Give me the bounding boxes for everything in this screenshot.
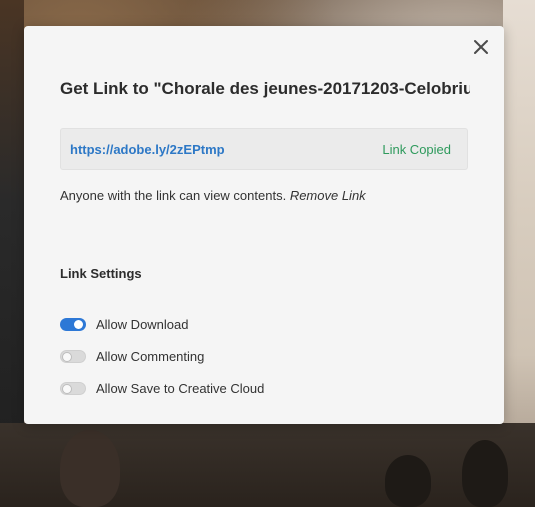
background-person [385, 455, 431, 507]
background-person [462, 440, 508, 507]
dialog-title: Get Link to "Chorale des jeunes-20171203… [60, 79, 470, 98]
share-link-box: https://adobe.ly/2zEPtmp Link Copied [60, 128, 468, 170]
get-link-dialog: Get Link to "Chorale des jeunes-20171203… [24, 26, 504, 424]
toggle-knob [74, 319, 83, 329]
allow-save-cc-toggle[interactable] [60, 381, 86, 395]
link-info-text: Anyone with the link can view contents. [60, 188, 287, 203]
setting-allow-save-cc: Allow Save to Creative Cloud [60, 380, 264, 396]
setting-allow-download: Allow Download [60, 316, 189, 332]
close-button[interactable] [472, 38, 490, 56]
setting-allow-commenting: Allow Commenting [60, 348, 204, 364]
allow-download-toggle[interactable] [60, 317, 86, 331]
share-link-url[interactable]: https://adobe.ly/2zEPtmp [70, 142, 225, 157]
allow-commenting-label: Allow Commenting [96, 348, 205, 364]
toggle-knob [62, 383, 72, 394]
remove-link-button[interactable]: Remove Link [290, 188, 366, 203]
background-person [60, 430, 120, 507]
link-info: Anyone with the link can view contents. … [60, 188, 366, 203]
allow-download-label: Allow Download [96, 316, 189, 332]
allow-save-cc-label: Allow Save to Creative Cloud [96, 380, 265, 396]
close-icon [474, 40, 488, 54]
toggle-knob [62, 351, 72, 362]
allow-commenting-toggle[interactable] [60, 349, 86, 363]
link-settings-heading: Link Settings [60, 266, 142, 281]
link-status: Link Copied [382, 142, 451, 157]
